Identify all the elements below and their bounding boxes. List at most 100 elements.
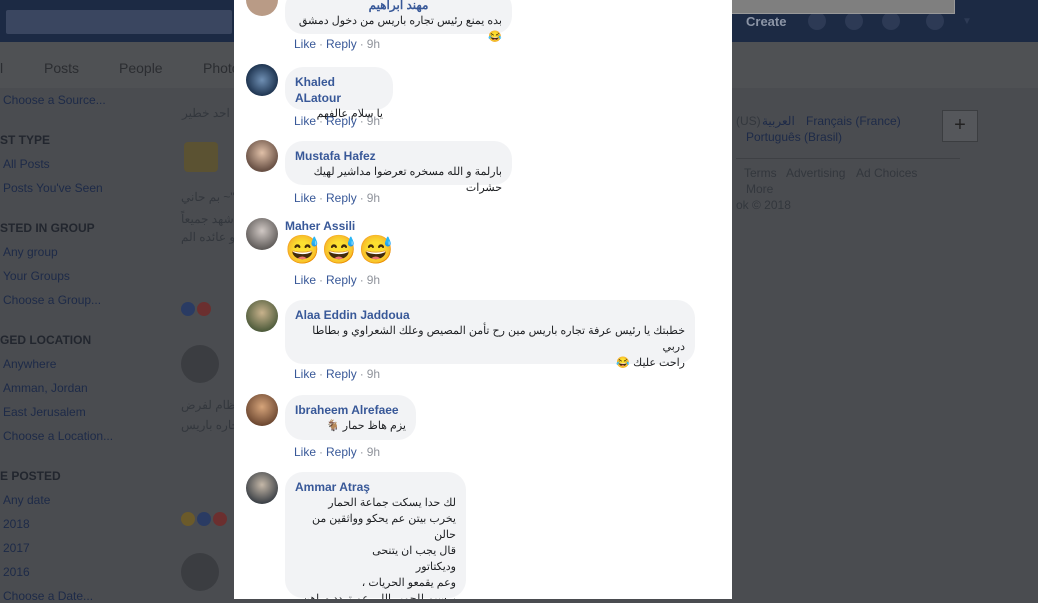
language-english[interactable]: (US) [736,114,761,128]
tab-all[interactable]: l [0,60,3,76]
filter-option[interactable]: Anywhere [3,357,56,371]
love-reaction-icon [213,512,227,526]
comment-time[interactable]: 9h [367,445,380,459]
result-fragment: جاره باريس [181,418,239,432]
avatar[interactable] [246,218,278,250]
avatar[interactable] [246,64,278,96]
angry-reaction-icon [197,302,211,316]
footer-more[interactable]: More [746,182,773,196]
comment-text: لك حدا يسكت جماعة الحمار يخرب بيتن عم يح… [295,497,456,599]
comment-time[interactable]: 9h [367,114,380,128]
filter-option[interactable]: Choose a Date... [3,589,93,603]
add-language-button[interactable]: + [942,110,978,142]
comment-author[interactable]: Maher Assili [285,218,405,234]
like-link[interactable]: Like [294,273,316,287]
avatar [181,553,219,591]
filter-option[interactable]: Posts You've Seen [3,181,103,195]
filter-option[interactable]: 2018 [3,517,30,531]
like-link[interactable]: Like [294,445,316,459]
filter-option[interactable]: Any date [3,493,50,507]
comment-actions: Like · Reply · 9h [294,367,381,381]
avatar[interactable] [246,394,278,426]
messenger-icon[interactable] [845,12,863,30]
like-link[interactable]: Like [294,114,316,128]
filter-option[interactable]: Choose a Location... [3,429,113,443]
comment-author[interactable]: Khaled ALatour [295,74,383,106]
like-reaction-icon [181,302,195,316]
search-input[interactable] [6,10,232,34]
comment-author[interactable]: Ibraheem Alrefaee [295,402,406,418]
like-reaction-icon [197,512,211,526]
comment-actions: Like · Reply · 9h [294,114,381,128]
result-fragment: نظام لفرض [181,398,240,412]
filter-option[interactable]: 2016 [3,565,30,579]
comment-bubble: Alaa Eddin Jaddoua خطبتك يا رئيس عرفة تج… [285,300,695,369]
reply-link[interactable]: Reply [326,445,357,459]
like-link[interactable]: Like [294,191,316,205]
filter-option[interactable]: Your Groups [3,269,70,283]
result-fragment: لا احد خطير [182,106,241,120]
comment-actions: Like · Reply · 9h [294,191,381,205]
chevron-down-icon[interactable]: ▼ [962,16,980,34]
result-fragment: شهد جميعاً [181,212,234,226]
filter-option[interactable]: 2017 [3,541,30,555]
filter-option[interactable]: Any group [3,245,58,259]
divider [736,158,960,159]
comment-time[interactable]: 9h [367,273,380,287]
page-thumbnail [184,142,218,172]
footer-ad-choices[interactable]: Ad Choices [856,166,917,180]
footer-terms[interactable]: Terms [744,166,777,180]
comment-bubble: Ammar Atraş لك حدا يسكت جماعة الحمار يخر… [285,472,466,599]
avatar[interactable] [246,0,278,16]
comment-author[interactable]: مهند ابراهيم [295,0,502,13]
comment-author[interactable]: Alaa Eddin Jaddoua [295,307,685,323]
result-fragment: و عائده الم [181,230,236,244]
filter-option[interactable]: Amman, Jordan [3,381,88,395]
filter-heading: E POSTED [0,469,61,483]
filter-option[interactable]: All Posts [3,157,50,171]
avatar [181,345,219,383]
like-link[interactable]: Like [294,37,316,51]
like-link[interactable]: Like [294,367,316,381]
reply-link[interactable]: Reply [326,191,357,205]
friends-icon[interactable] [808,12,826,30]
comment-author[interactable]: Ammar Atraş [295,479,456,495]
comment-actions: Like · Reply · 9h [294,445,381,459]
comment-bubble: Mustafa Hafez بارلمة و الله مسخره تعرضوا… [285,141,512,194]
filter-heading: GED LOCATION [0,333,92,347]
comment-actions: Like · Reply · 9h [294,273,381,287]
reply-link[interactable]: Reply [326,114,357,128]
notifications-icon[interactable] [882,12,900,30]
create-button[interactable]: Create [746,14,786,29]
avatar[interactable] [246,472,278,504]
comment-author[interactable]: Mustafa Hafez [295,148,502,164]
footer-advertising[interactable]: Advertising [786,166,845,180]
filter-heading: ST TYPE [0,133,51,147]
comment-bubble: Ibraheem Alrefaee يزم هاظ حمار 🐐 [285,395,416,440]
filter-option[interactable]: East Jerusalem [3,405,86,419]
comment-time[interactable]: 9h [367,367,380,381]
comment-body: Maher Assili 😅😅😅 [285,218,405,273]
language-arabic[interactable]: العربية [762,114,795,128]
reply-link[interactable]: Reply [326,273,357,287]
reply-link[interactable]: Reply [326,37,357,51]
comment-time[interactable]: 9h [367,191,380,205]
help-icon[interactable] [926,12,944,30]
comment-bubble: مهند ابراهيم بده يمنع رئيس تجاره باريس م… [285,0,512,43]
language-portuguese[interactable]: Português (Brasil) [746,130,842,144]
tab-people[interactable]: People [119,60,163,76]
avatar[interactable] [246,300,278,332]
filter-heading: STED IN GROUP [0,221,95,235]
comment-text: خطبتك يا رئيس عرفة تجاره باريس مين رح تأ… [312,325,685,369]
tab-posts[interactable]: Posts [44,60,79,76]
comment-text: يزم هاظ حمار 🐐 [326,420,406,432]
filter-option[interactable]: Choose a Source... [3,93,106,107]
reply-link[interactable]: Reply [326,367,357,381]
language-french[interactable]: Français (France) [806,114,901,128]
emoji-comment: 😅😅😅 [285,234,396,265]
footer-copyright: ok © 2018 [736,198,791,212]
comment-time[interactable]: 9h [367,37,380,51]
haha-reaction-icon [181,512,195,526]
filter-option[interactable]: Choose a Group... [3,293,101,307]
avatar[interactable] [246,140,278,172]
